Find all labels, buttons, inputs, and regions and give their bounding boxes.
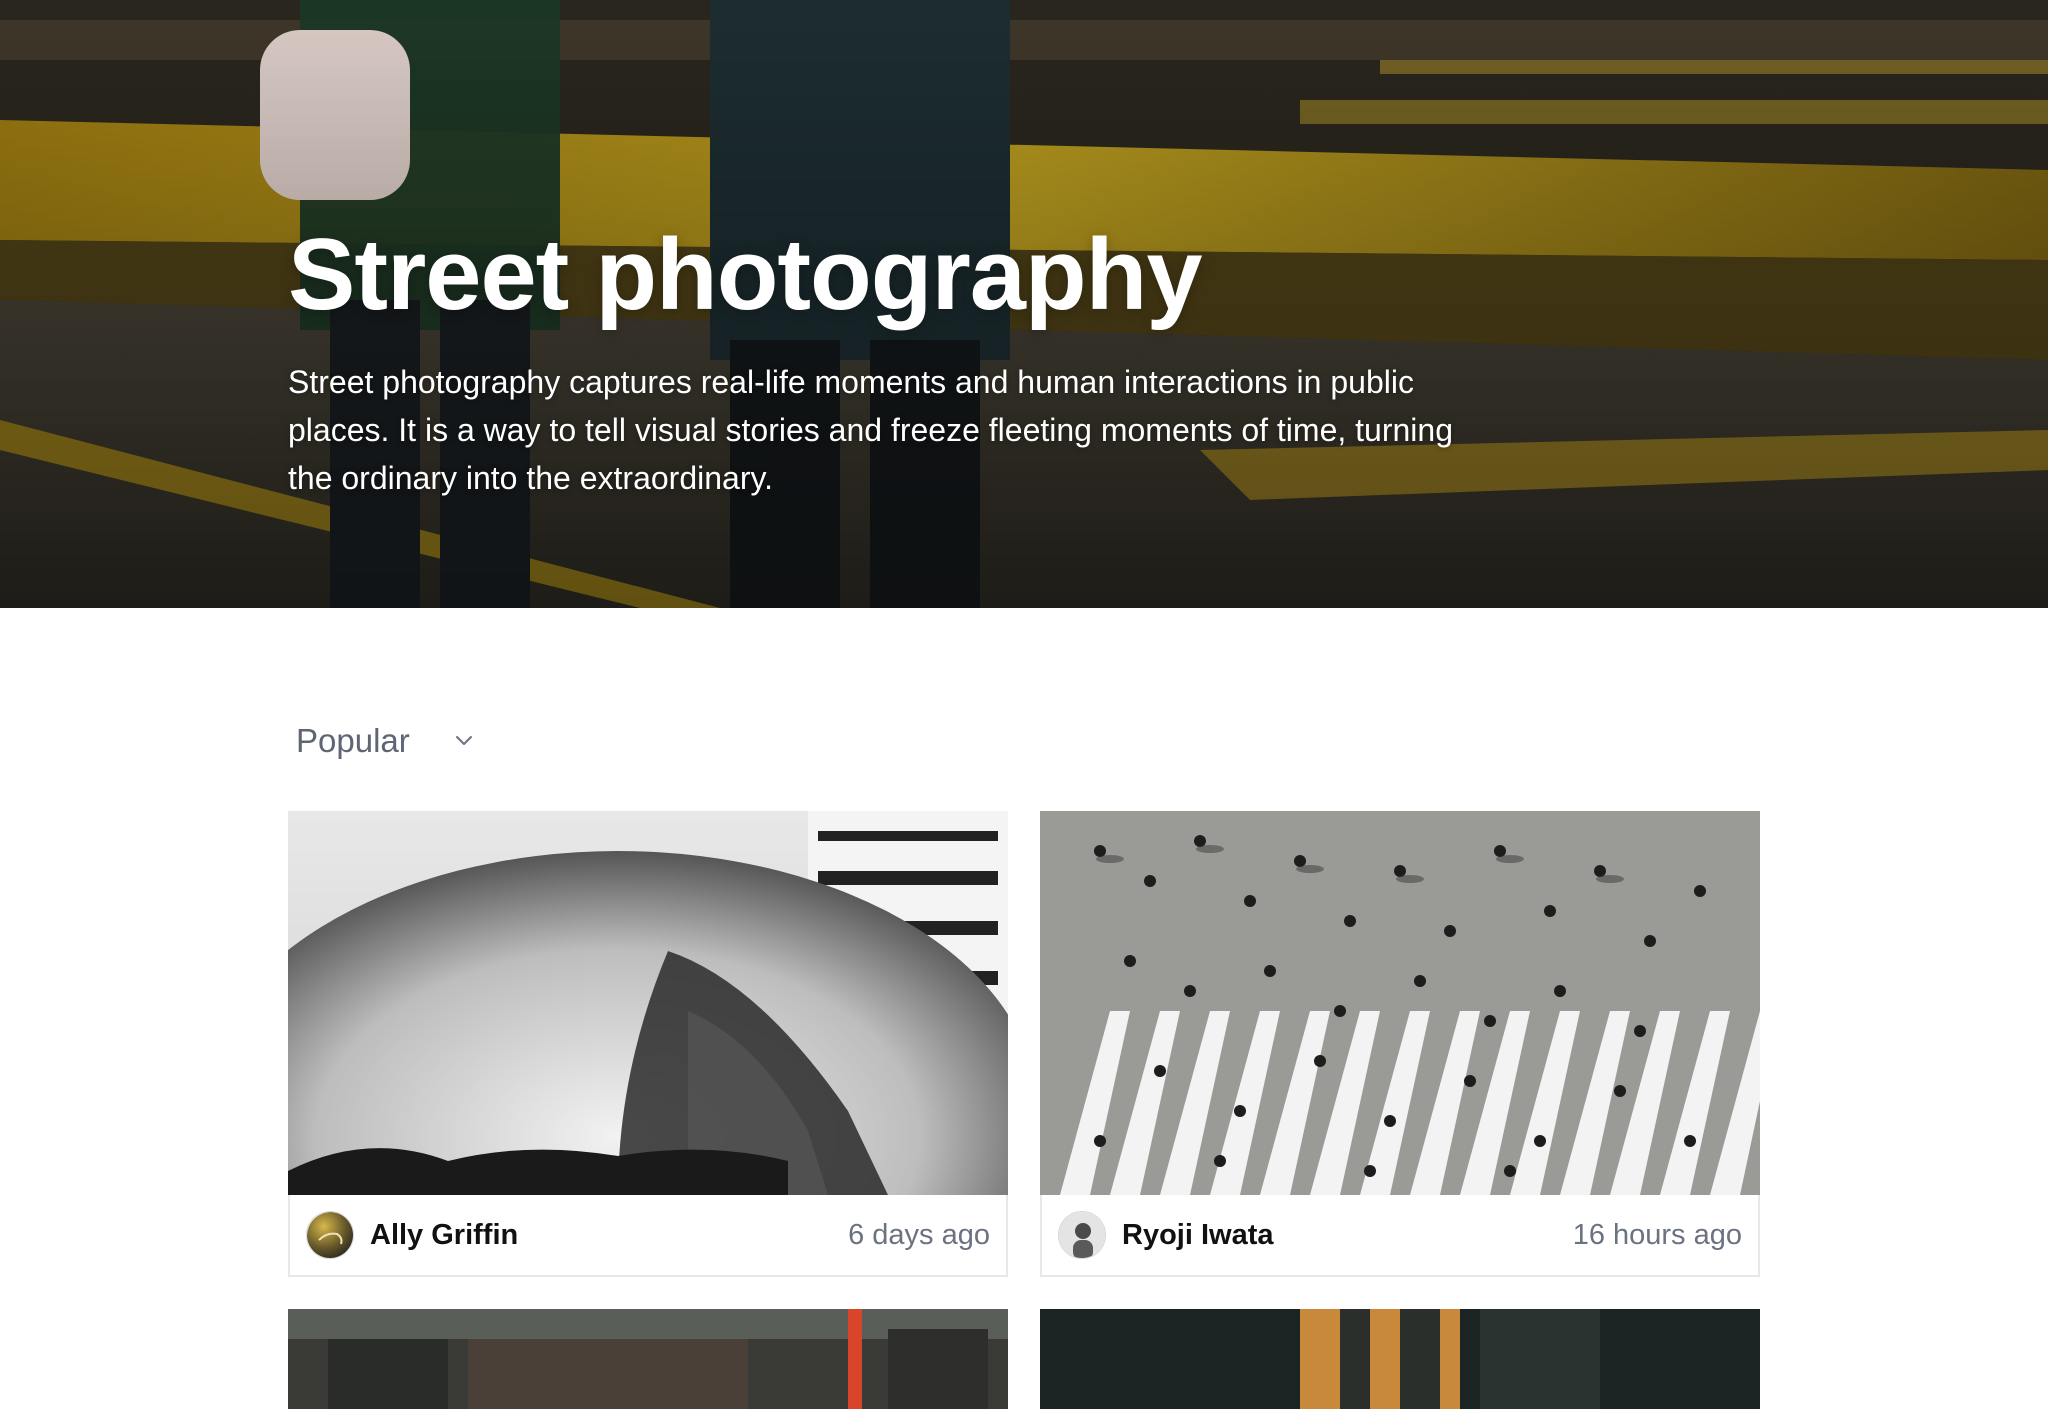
- photo-thumbnail[interactable]: [288, 811, 1008, 1195]
- photo-thumbnail[interactable]: [1040, 1309, 1760, 1409]
- author-name[interactable]: Ryoji Iwata: [1122, 1219, 1274, 1252]
- photo-card[interactable]: [288, 1309, 1008, 1409]
- photo-card-meta: Ally Griffin 6 days ago: [290, 1195, 1006, 1275]
- chevron-down-icon[interactable]: [452, 728, 476, 752]
- photo-thumbnail[interactable]: [1040, 811, 1760, 1195]
- avatar-image: [307, 1212, 353, 1258]
- avatar[interactable]: [1058, 1211, 1106, 1259]
- post-time: 6 days ago: [848, 1218, 990, 1251]
- hero-content: Street photography Street photography ca…: [288, 222, 1468, 502]
- photo-card[interactable]: Ally Griffin 6 days ago: [288, 811, 1008, 1277]
- post-time: 16 hours ago: [1572, 1218, 1742, 1251]
- topic-description: Street photography captures real-life mo…: [288, 364, 1453, 497]
- photo-card[interactable]: Ryoji Iwata 16 hours ago: [1040, 811, 1760, 1277]
- avatar[interactable]: [306, 1211, 354, 1259]
- sort-dropdown-value: Popular: [296, 722, 410, 759]
- photo-thumbnail[interactable]: [288, 1309, 1008, 1409]
- photo-card-meta: Ryoji Iwata 16 hours ago: [1042, 1195, 1758, 1275]
- photo-card[interactable]: [1040, 1309, 1760, 1409]
- avatar-image: [1059, 1212, 1105, 1258]
- page-title: Street photography: [288, 219, 1203, 331]
- author-name[interactable]: Ally Griffin: [370, 1219, 518, 1252]
- hero-banner: Street photography Street photography ca…: [0, 0, 2048, 608]
